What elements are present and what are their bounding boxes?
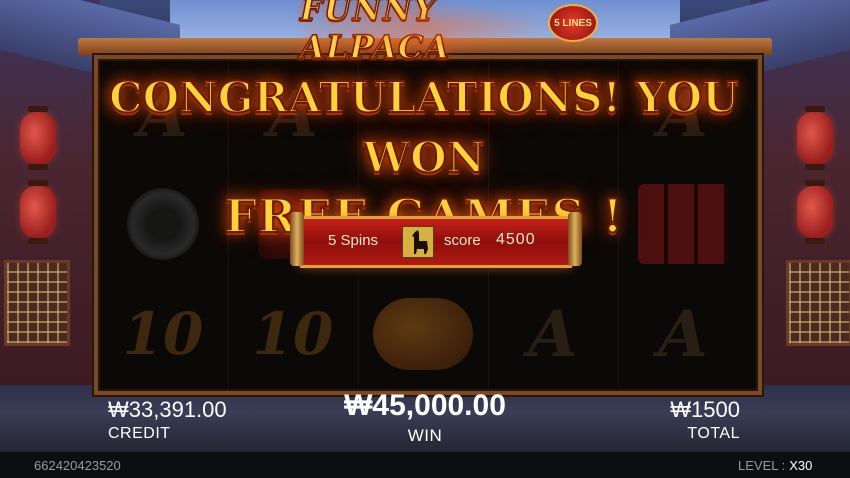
spins-count: 5 Spins bbox=[328, 232, 379, 249]
scroll-roller-left bbox=[290, 212, 304, 266]
total-bet-label: TOTAL bbox=[687, 425, 740, 442]
level-indicator: LEVEL : X30 bbox=[738, 458, 812, 473]
lantern-left-1 bbox=[20, 106, 56, 170]
lines-badge: 5 LINES bbox=[548, 4, 598, 42]
level-value: X30 bbox=[789, 458, 813, 473]
credit-label: CREDIT bbox=[108, 425, 171, 442]
win-value: ₩45,000.00 bbox=[344, 389, 506, 422]
level-label: LEVEL : bbox=[738, 458, 786, 473]
lantern-left-2 bbox=[20, 180, 56, 244]
lattice-window-right bbox=[786, 260, 850, 346]
win-label: WIN bbox=[407, 426, 443, 445]
alpaca-icon bbox=[402, 226, 434, 258]
game-logo: FUNNY ALPACA bbox=[294, 0, 556, 67]
total-bet-value[interactable]: ₩1500 bbox=[640, 397, 740, 423]
score-value: 4500 bbox=[496, 231, 536, 248]
free-games-scroll: 5 Spins score 4500 bbox=[290, 212, 582, 268]
lattice-window-left bbox=[4, 260, 70, 346]
lantern-right-1 bbox=[797, 106, 833, 170]
round-id: 662420423520 bbox=[34, 458, 121, 473]
logo-flame bbox=[294, 2, 556, 54]
scroll-roller-right bbox=[568, 212, 582, 266]
score-label: score bbox=[444, 232, 481, 249]
credit-value: ₩33,391.00 bbox=[108, 397, 227, 422]
banner-line-1: CONGRATULATIONS! YOU WON bbox=[108, 72, 740, 183]
lantern-right-2 bbox=[797, 180, 833, 244]
status-strip bbox=[0, 452, 850, 478]
